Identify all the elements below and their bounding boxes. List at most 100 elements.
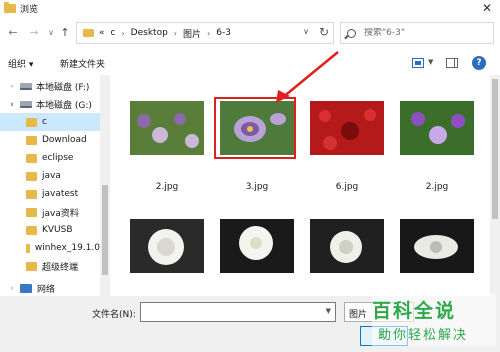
watermark-tagline: 助你轻松解决 — [378, 328, 469, 343]
sidebar-item-c[interactable]: c — [0, 113, 100, 131]
file-name: 3.jpg — [245, 182, 269, 192]
sidebar-item-label: java — [42, 171, 61, 181]
sidebar-item-drive-g[interactable]: ∨ 本地磁盘 (G:) — [0, 95, 100, 113]
sidebar-item-download[interactable]: Download — [0, 131, 100, 149]
file-thumbnail — [130, 219, 204, 273]
folder-icon — [26, 153, 37, 163]
file-thumbnail — [310, 219, 384, 273]
sidebar-item-java[interactable]: java — [0, 167, 100, 185]
close-icon[interactable]: ✕ — [482, 1, 492, 15]
forward-arrow-icon[interactable]: → — [27, 26, 41, 40]
sidebar-item-label: winhex_19.1.0 — [34, 243, 100, 253]
sidebar-item-label: eclipse — [42, 153, 74, 163]
address-bar[interactable]: « c › Desktop › 图片 › 6-3 ∨ ↻ — [76, 22, 334, 44]
sidebar-item-label: 本地磁盘 (G:) — [36, 100, 92, 111]
sidebar-item-label: 网络 — [37, 284, 56, 295]
folder-icon — [83, 29, 94, 37]
sidebar-item-label: java资料 — [42, 208, 79, 219]
sidebar-item-label: KVUSB — [42, 225, 73, 235]
file-name: 6.jpg — [335, 182, 359, 192]
file-item[interactable]: 2.jpg — [394, 101, 480, 192]
file-list: 2.jpg 3.jpg 6.jpg 2.jpg — [110, 75, 490, 296]
expand-chevron-icon[interactable]: › — [8, 285, 16, 292]
highlight-box — [214, 97, 296, 159]
command-bar: 组织 ▾ 新建文件夹 ▼ ? — [0, 51, 500, 75]
collapse-chevron-icon[interactable]: ∨ — [8, 101, 16, 108]
title-bar: 浏览 ✕ — [0, 0, 500, 17]
file-item[interactable] — [214, 219, 300, 295]
new-folder-button[interactable]: 新建文件夹 — [60, 57, 105, 70]
folder-icon — [26, 189, 37, 199]
sidebar-item-winhex[interactable]: winhex_19.1.0 — [0, 239, 100, 257]
folder-icon — [26, 135, 37, 145]
sidebar-scroll-thumb[interactable] — [102, 185, 108, 275]
breadcrumb-separator-icon[interactable]: › — [174, 29, 177, 38]
navigation-bar: ← → ∨ ↑ « c › Desktop › 图片 › 6-3 ∨ ↻ — [0, 17, 500, 51]
sidebar-item-java-docs[interactable]: java资料 — [0, 203, 100, 221]
breadcrumb-6-3[interactable]: 6-3 — [216, 28, 231, 38]
sidebar-item-eclipse[interactable]: eclipse — [0, 149, 100, 167]
organize-button[interactable]: 组织 ▾ — [8, 57, 33, 70]
change-view-icon[interactable] — [412, 58, 424, 68]
folder-icon — [26, 261, 37, 271]
sidebar-scrollbar[interactable] — [100, 75, 110, 296]
folder-icon — [4, 2, 16, 13]
drive-icon — [20, 100, 32, 108]
address-dropdown-icon[interactable]: ∨ — [303, 27, 309, 36]
watermark-logo: 百科全说 — [372, 300, 457, 322]
breadcrumb-c[interactable]: c — [111, 28, 116, 38]
file-thumbnail — [130, 101, 204, 155]
sidebar-item-hyperterminal[interactable]: 超级终端 — [0, 257, 100, 275]
up-arrow-icon[interactable]: ↑ — [58, 26, 72, 40]
sidebar-item-label: 本地磁盘 (F:) — [36, 82, 90, 93]
search-icon — [347, 28, 356, 38]
breadcrumb-separator-icon[interactable]: › — [207, 29, 210, 38]
filename-label: 文件名(N): — [92, 310, 136, 320]
breadcrumb-desktop[interactable]: Desktop — [131, 28, 168, 38]
preview-pane-icon[interactable] — [446, 58, 458, 68]
filename-input[interactable]: ▼ — [140, 302, 336, 322]
file-list-scroll-thumb[interactable] — [492, 79, 498, 219]
file-thumbnail — [400, 219, 474, 273]
file-thumbnail — [400, 101, 474, 155]
sidebar-item-label: 超级终端 — [42, 262, 79, 273]
window-title: 浏览 — [20, 5, 39, 15]
search-input[interactable] — [364, 28, 484, 38]
breadcrumb-separator-icon[interactable]: › — [121, 29, 124, 38]
file-name: 2.jpg — [155, 182, 179, 192]
sidebar-item-label: c — [42, 117, 47, 127]
view-dropdown-icon[interactable]: ▼ — [428, 58, 433, 66]
refresh-icon[interactable]: ↻ — [319, 25, 329, 39]
back-arrow-icon[interactable]: ← — [6, 26, 20, 40]
folder-icon — [26, 207, 37, 217]
file-thumbnail — [310, 101, 384, 155]
file-item[interactable] — [394, 219, 480, 295]
sidebar-item-kvusb[interactable]: KVUSB — [0, 221, 100, 239]
search-box[interactable] — [340, 22, 494, 44]
sidebar-item-label: Download — [42, 135, 87, 145]
sidebar-item-label: javatest — [42, 189, 79, 199]
breadcrumb-overflow-icon[interactable]: « — [99, 28, 105, 38]
drive-icon — [20, 82, 32, 90]
file-item[interactable] — [304, 219, 390, 295]
filename-dropdown-icon[interactable]: ▼ — [326, 307, 331, 315]
file-list-scrollbar[interactable] — [490, 75, 500, 296]
breadcrumb-pictures[interactable]: 图片 — [183, 27, 201, 40]
folder-icon — [26, 225, 37, 235]
help-icon[interactable]: ? — [472, 56, 486, 70]
sidebar-item-network[interactable]: › 网络 — [0, 279, 100, 296]
file-item[interactable]: 6.jpg — [304, 101, 390, 192]
recent-locations-dropdown-icon[interactable]: ∨ — [44, 26, 58, 40]
expand-chevron-icon[interactable]: › — [8, 83, 16, 90]
sidebar-item-drive-f[interactable]: › 本地磁盘 (F:) — [0, 77, 100, 95]
file-name: 2.jpg — [425, 182, 449, 192]
file-item[interactable] — [124, 219, 210, 295]
folder-icon — [26, 171, 37, 181]
sidebar-item-javatest[interactable]: javatest — [0, 185, 100, 203]
network-icon — [20, 283, 32, 293]
navigation-pane: › 本地磁盘 (F:) ∨ 本地磁盘 (G:) c Download eclip… — [0, 75, 110, 296]
watermark: 百科全说 助你轻松解决 — [372, 294, 496, 346]
file-item[interactable]: 2.jpg — [124, 101, 210, 192]
folder-icon — [26, 243, 30, 253]
file-thumbnail — [220, 219, 294, 273]
